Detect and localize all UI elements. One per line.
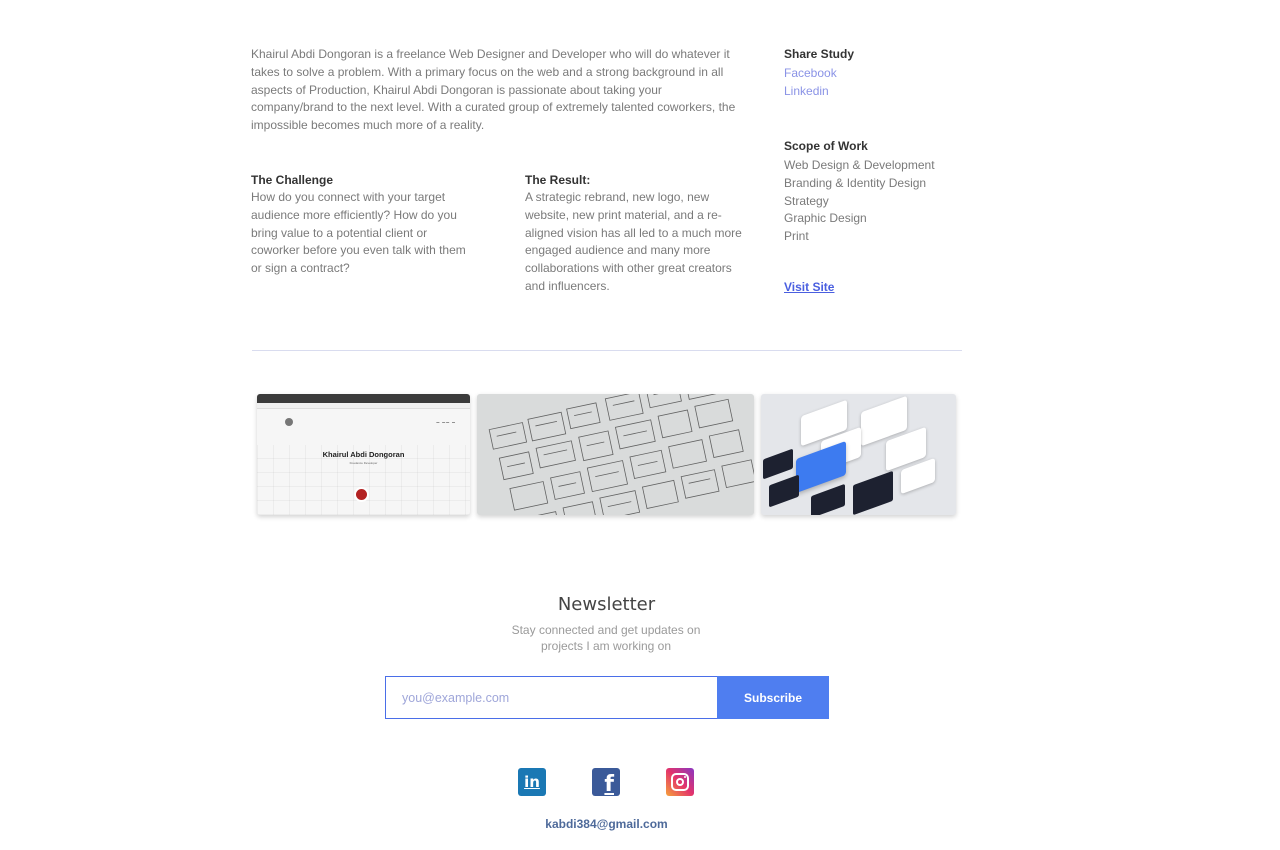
instagram-icon[interactable] <box>666 768 694 796</box>
mockup-dark-card <box>853 470 893 515</box>
browser-urlbar <box>257 403 470 409</box>
scope-of-work-section: Scope of Work Web Design & Development B… <box>784 139 964 246</box>
gallery-image-website[interactable]: ▬ ▬▬ ▬ Khairul Abdi Dongoran Freelance D… <box>257 394 470 515</box>
share-facebook-link[interactable]: Facebook <box>784 65 964 83</box>
challenge-title: The Challenge <box>251 173 334 187</box>
visit-site-link[interactable]: Visit Site <box>784 280 834 294</box>
newsletter-subtitle: Stay connected and get updates on projec… <box>511 623 701 653</box>
facebook-icon[interactable]: f <box>592 768 620 797</box>
subscribe-button[interactable]: Subscribe <box>717 676 829 719</box>
scope-item: Graphic Design <box>784 211 867 226</box>
section-divider <box>252 350 962 351</box>
site-nav: ▬ ▬▬ ▬ <box>436 420 456 424</box>
scope-item: Branding & Identity Design <box>784 175 927 190</box>
result-title: The Result: <box>525 173 591 187</box>
gallery-image-sketches[interactable] <box>477 394 754 515</box>
challenge-section: The Challenge How do you connect with yo… <box>251 173 476 278</box>
share-study-section: Share Study Facebook Linkedin <box>784 47 964 101</box>
share-study-title: Share Study <box>784 47 855 61</box>
intro-paragraph: Khairul Abdi Dongoran is a freelance Web… <box>251 47 736 133</box>
instagram-camera-glyph <box>671 773 689 791</box>
result-section: The Result: A strategic rebrand, new log… <box>525 173 747 296</box>
newsletter-title: Newsletter <box>557 594 656 615</box>
scope-item: Print <box>784 229 809 244</box>
result-text: A strategic rebrand, new logo, new websi… <box>525 190 742 293</box>
thumb-hero-name: Khairul Abdi Dongoran <box>322 450 405 459</box>
browser-titlebar <box>257 394 470 403</box>
scope-item: Strategy <box>784 193 829 208</box>
avatar <box>354 487 369 502</box>
linkedin-icon[interactable]: in <box>518 768 546 796</box>
scope-item: Web Design & Development <box>784 158 935 172</box>
share-linkedin-link[interactable]: Linkedin <box>784 83 964 101</box>
newsletter-email-input[interactable] <box>385 676 717 719</box>
newsletter-form: Subscribe <box>385 676 829 719</box>
mockup-dark-card <box>811 483 845 515</box>
mockup-dark-card <box>763 448 793 480</box>
contact-email[interactable]: kabdi384@gmail.com <box>0 817 1213 831</box>
gallery-image-mobile-mockups[interactable] <box>761 394 956 515</box>
site-logo-icon <box>285 418 293 426</box>
scope-title: Scope of Work <box>784 139 868 153</box>
thumb-hero-subtitle: Freelance Developer <box>349 461 378 465</box>
wireframe-sketches-illustration <box>488 394 754 515</box>
challenge-text: How do you connect with your target audi… <box>251 190 466 276</box>
mockup-dark-card <box>769 474 799 508</box>
